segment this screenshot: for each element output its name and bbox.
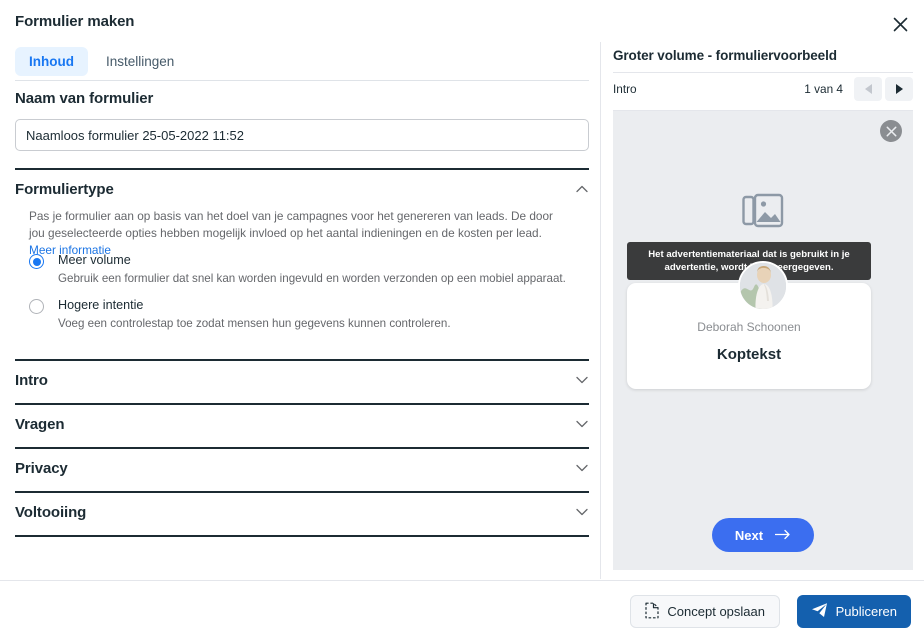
radio-label-meer-volume: Meer volume	[58, 253, 131, 267]
accordion-vragen[interactable]: Vragen	[15, 407, 589, 441]
accordion-vragen-label: Vragen	[15, 415, 65, 433]
preview-prev-button[interactable]	[854, 76, 882, 101]
accordion-intro[interactable]: Intro	[15, 363, 589, 397]
radio-indicator-selected[interactable]	[29, 254, 44, 269]
triangle-right-icon	[895, 83, 903, 94]
divider-bottom	[15, 535, 589, 537]
preview-step-counter: 1 van 4	[804, 81, 843, 96]
publish-button[interactable]: Publiceren	[796, 595, 911, 628]
divider-above-voltooiing	[15, 491, 589, 493]
radio-desc-hogere-intentie: Voeg een controlestap toe zodat mensen h…	[58, 317, 451, 330]
headline-text: Koptekst	[716, 346, 782, 363]
divider-above-formuliertype	[15, 168, 589, 170]
preview-nav-buttons	[854, 76, 913, 101]
preview-title: Groter volume - formuliervoorbeeld	[613, 48, 837, 63]
chevron-down-icon	[575, 417, 589, 431]
close-icon[interactable]	[887, 11, 913, 37]
dialog-footer: Concept opslaan Publiceren	[0, 580, 924, 643]
tab-instellingen[interactable]: Instellingen	[92, 47, 188, 76]
save-draft-label: Concept opslaan	[667, 604, 765, 619]
publish-label: Publiceren	[835, 604, 897, 619]
tab-divider	[15, 80, 589, 81]
form-content-panel: Inhoud Instellingen Naam van formulier F…	[0, 42, 600, 579]
accordion-formuliertype[interactable]: Formuliertype	[15, 172, 589, 206]
image-stack-icon	[742, 193, 784, 229]
accordion-voltooiing-label: Voltooiing	[15, 503, 87, 521]
accordion-privacy[interactable]: Privacy	[15, 451, 589, 485]
preview-next-button[interactable]	[885, 76, 913, 101]
page-title: Formulier maken	[15, 13, 135, 30]
chevron-up-icon	[575, 182, 589, 196]
chevron-down-icon	[575, 373, 589, 387]
tab-bar: Inhoud Instellingen	[15, 47, 188, 76]
accordion-intro-label: Intro	[15, 371, 48, 389]
divider-above-intro	[15, 359, 589, 361]
accordion-formuliertype-label: Formuliertype	[15, 180, 114, 198]
chevron-down-icon	[575, 505, 589, 519]
radio-indicator-unselected[interactable]	[29, 299, 44, 314]
form-preview-panel: Groter volume - formuliervoorbeeld Intro…	[600, 42, 924, 579]
form-name-heading: Naam van formulier	[15, 90, 154, 107]
close-circle-icon[interactable]	[880, 120, 902, 142]
divider-above-vragen	[15, 403, 589, 405]
divider-above-privacy	[15, 447, 589, 449]
preview-step-label: Intro	[613, 81, 637, 96]
accordion-voltooiing[interactable]: Voltooiing	[15, 495, 589, 529]
phone-preview-canvas: Het advertentiemateriaal dat is gebruikt…	[613, 110, 913, 570]
avatar	[738, 261, 788, 311]
preview-next-cta-button[interactable]: Next	[712, 518, 814, 552]
create-form-dialog: Formulier maken Inhoud Instellingen Naam…	[0, 0, 924, 643]
form-name-input[interactable]	[15, 119, 589, 151]
advertiser-name: Deborah Schoonen	[697, 320, 801, 334]
chevron-down-icon	[575, 461, 589, 475]
radio-option-meer-volume[interactable]: Meer volume Gebruik een formulier dat sn…	[29, 252, 574, 287]
save-draft-button[interactable]: Concept opslaan	[630, 595, 780, 628]
preview-next-cta-label: Next	[734, 527, 764, 543]
radio-desc-meer-volume: Gebruik een formulier dat snel kan worde…	[58, 272, 566, 285]
radio-option-hogere-intentie[interactable]: Hogere intentie Voeg een controlestap to…	[29, 297, 574, 332]
paper-plane-icon	[811, 602, 828, 621]
formuliertype-description-text: Pas je formulier aan op basis van het do…	[29, 209, 553, 240]
document-icon	[645, 602, 660, 622]
preview-navigation-bar: Intro 1 van 4	[613, 72, 913, 104]
tab-inhoud[interactable]: Inhoud	[15, 47, 88, 76]
radio-label-hogere-intentie: Hogere intentie	[58, 298, 144, 312]
accordion-privacy-label: Privacy	[15, 459, 68, 477]
arrow-right-icon	[774, 528, 791, 543]
triangle-left-icon	[864, 83, 872, 94]
